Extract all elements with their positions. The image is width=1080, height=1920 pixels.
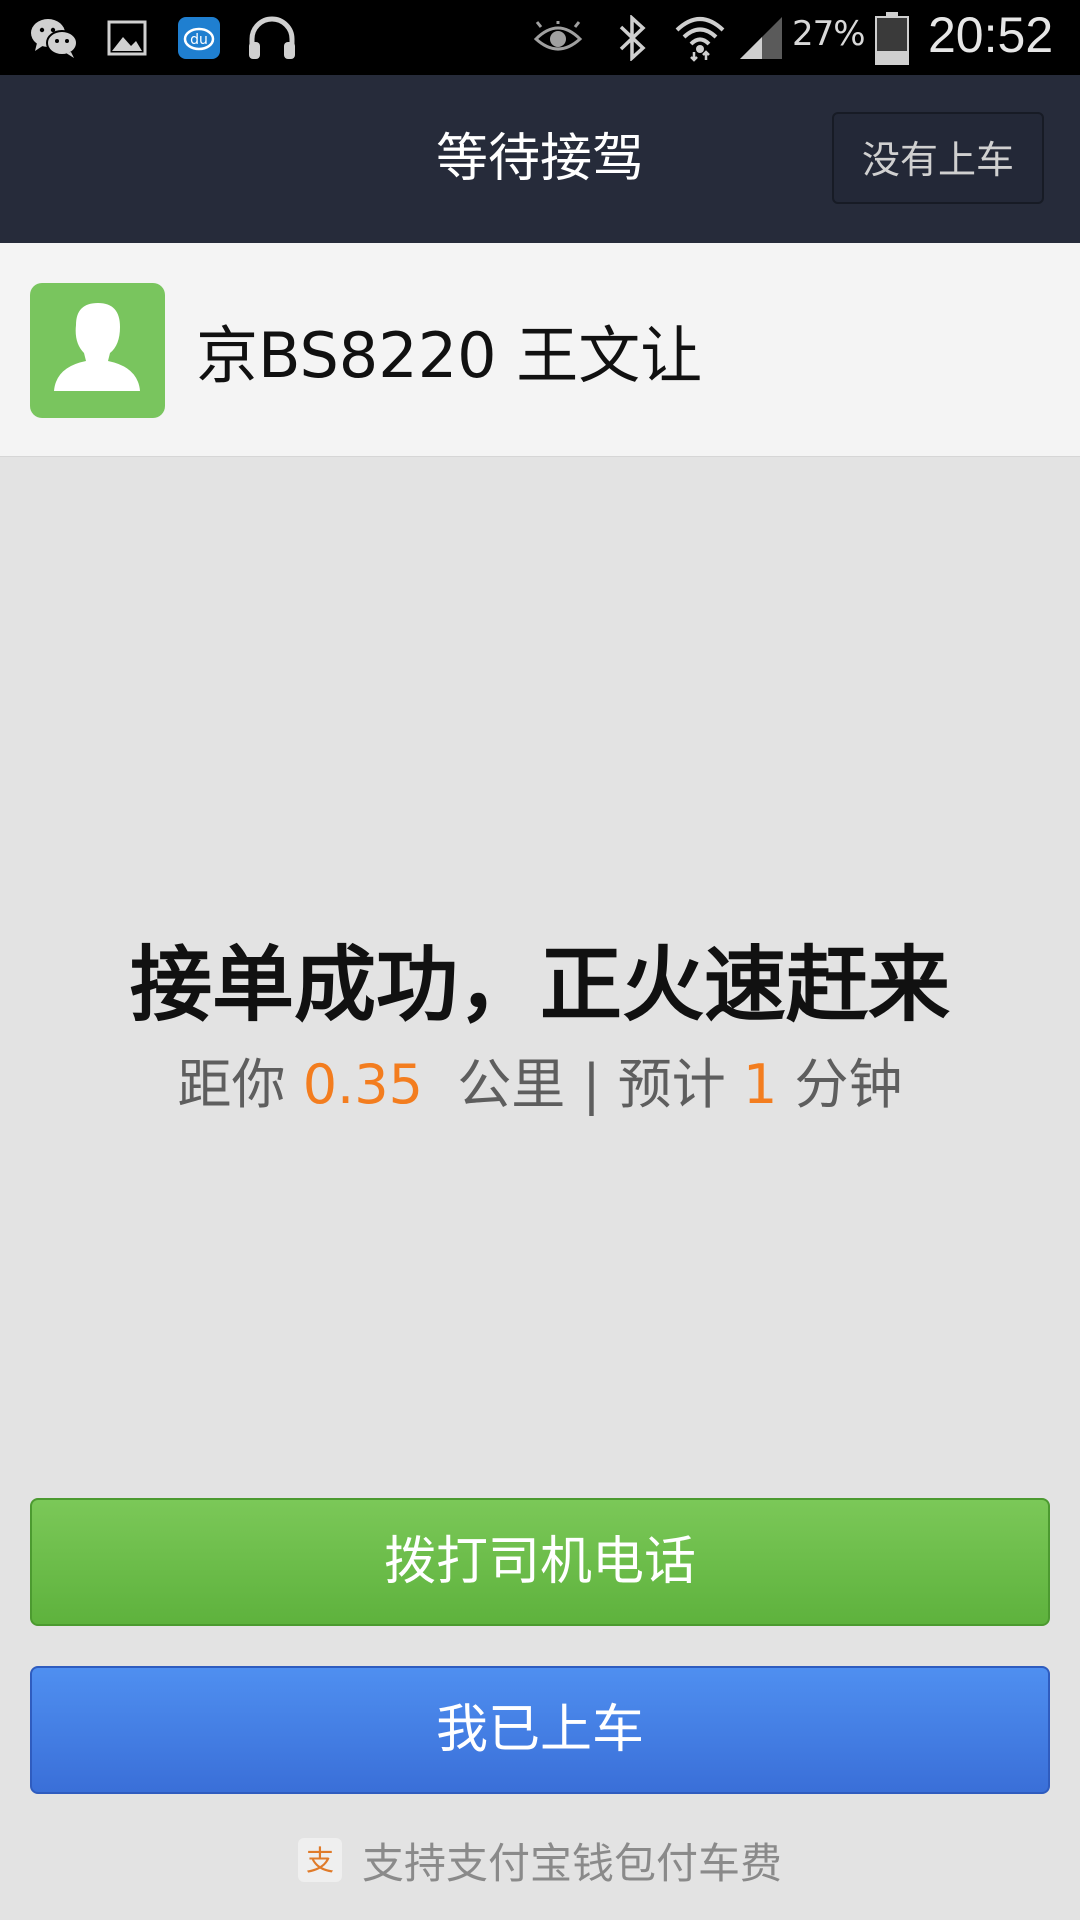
call-driver-button[interactable]: 拨打司机电话 <box>30 1498 1050 1626</box>
headphones-icon <box>244 10 300 66</box>
clock: 20:52 <box>928 7 1054 63</box>
order-status-title: 接单成功，正火速赶来 <box>129 938 950 1033</box>
wechat-icon <box>26 10 82 66</box>
gallery-icon <box>100 10 154 66</box>
wifi-icon <box>672 10 728 66</box>
eta-prefix: 距你 <box>177 1053 303 1116</box>
eye-icon <box>528 10 588 66</box>
driver-avatar-icon <box>30 283 165 418</box>
bluetooth-icon <box>610 10 654 66</box>
eta-minutes-unit: 分钟 <box>777 1053 903 1116</box>
payment-footer: 支 支持支付宝钱包付车费 <box>0 1832 1080 1888</box>
driver-info-row: 京BS8220 王文让 <box>0 243 1080 457</box>
eta-minutes: 1 <box>742 1053 778 1116</box>
battery-icon <box>874 10 910 66</box>
boarded-button[interactable]: 我已上车 <box>30 1666 1050 1794</box>
payment-support-text: 支持支付宝钱包付车费 <box>361 1838 782 1888</box>
svg-text:支: 支 <box>306 1844 334 1877</box>
eta-distance-unit: 公里 | 预计 <box>422 1053 743 1116</box>
baidu-music-icon: du <box>176 10 222 66</box>
driver-plate-and-name: 京BS8220 王文让 <box>196 319 703 392</box>
signal-icon <box>734 10 788 66</box>
svg-text:du: du <box>190 32 208 48</box>
battery-percent: 27% <box>792 14 866 54</box>
nav-header: 等待接驾 没有上车 <box>0 75 1080 243</box>
eta-distance: 0.35 <box>302 1053 423 1116</box>
status-bar: du 27% 20:52 <box>0 0 1080 75</box>
alipay-icon: 支 <box>297 1838 342 1882</box>
not-boarded-button[interactable]: 没有上车 <box>832 112 1044 204</box>
eta-line: 距你 0.35 公里 | 预计 1 分钟 <box>0 1040 1080 1119</box>
